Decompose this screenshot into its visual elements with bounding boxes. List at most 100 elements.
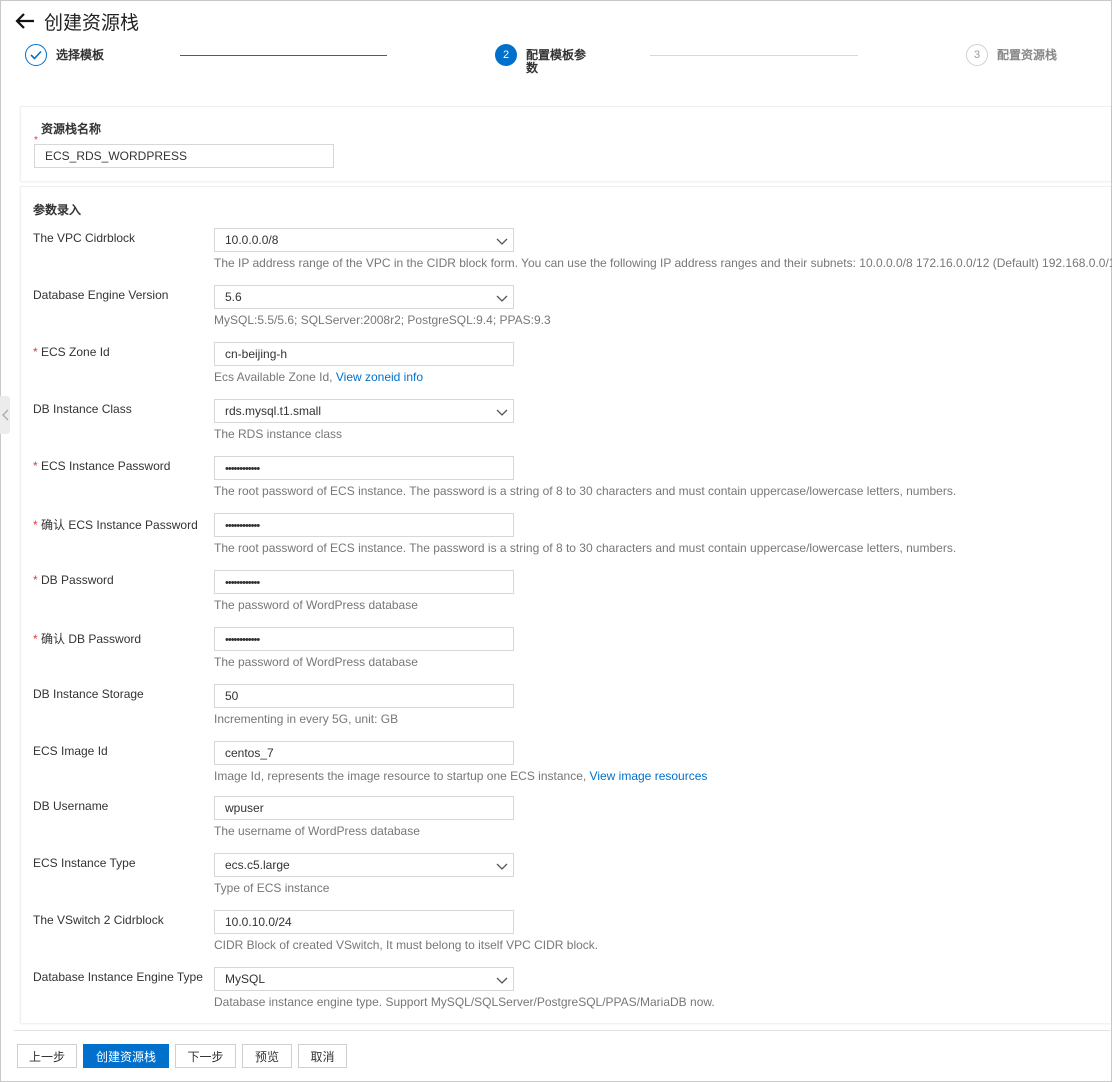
field-input[interactable]: 50 [214,684,514,708]
field-value: 50 [225,689,239,703]
field-hint: Type of ECS instance [214,881,329,895]
field-label-text: DB Password [41,573,114,587]
field-label: * ECS Zone Id [33,345,110,359]
hint-link[interactable]: View zoneid info [336,370,423,384]
field-input[interactable]: cn-beijing-h [214,342,514,366]
step-configure-stack: 3 配置资源栈 [966,44,1057,66]
preview-button[interactable]: 预览 [242,1044,292,1068]
field-label-text: The VPC Cidrblock [33,231,136,245]
chevron-down-icon [495,972,509,986]
field-hint: Ecs Available Zone Id, View zoneid info [214,370,423,384]
field-value: 10.0.10.0/24 [225,915,292,929]
field-hint: The password of WordPress database [214,598,418,612]
field-hint-text: Database instance engine type. Support M… [214,995,715,1009]
field-input[interactable]: wpuser [214,796,514,820]
hint-link[interactable]: View image resources [590,769,708,783]
field-select[interactable]: ecs.c5.large [214,853,514,877]
required-mark: * [33,632,42,646]
required-mark: * [33,459,42,473]
step-number: 3 [966,44,988,66]
field-input[interactable]: 10.0.10.0/24 [214,910,514,934]
field-value: cn-beijing-h [225,347,288,361]
field-input[interactable]: centos_7 [214,741,514,765]
field-hint-text: The root password of ECS instance. The p… [214,541,957,555]
required-mark: * [33,518,42,532]
password-field[interactable]: •••••••••••• [214,513,514,537]
field-label: Database Instance Engine Type [33,970,203,984]
sidebar-collapse-handle[interactable] [0,396,10,434]
password-field[interactable]: •••••••••••• [214,570,514,594]
field-label: * 确认 ECS Instance Password [33,516,198,533]
field-value: •••••••••••• [225,577,260,589]
field-label: ECS Image Id [33,744,108,758]
field-hint-text: Type of ECS instance [214,881,330,895]
field-label-text: ECS Image Id [33,744,108,758]
arrow-left-icon[interactable] [14,10,36,32]
field-label-text: Database Engine Version [33,288,169,302]
next-step-button[interactable]: 下一步 [175,1044,236,1068]
field-value: ecs.c5.large [225,858,290,872]
field-hint: MySQL:5.5/5.6; SQLServer:2008r2; Postgre… [214,313,551,327]
password-field[interactable]: •••••••••••• [214,627,514,651]
params-panel [20,186,1111,1023]
step-select-template: 选择模板 [25,44,104,66]
field-value: 5.6 [225,290,242,304]
field-hint: Database instance engine type. Support M… [214,995,715,1009]
field-label-text: 确认 ECS Instance Password [41,518,198,532]
field-hint-text: CIDR Block of created VSwitch, It must b… [214,938,599,952]
field-hint: The password of WordPress database [214,655,418,669]
step-label: 配置资源栈 [997,48,1058,62]
field-label: * 确认 DB Password [33,630,141,647]
field-label: ECS Instance Type [33,856,136,870]
field-select[interactable]: rds.mysql.t1.small [214,399,514,423]
field-select[interactable]: 10.0.0.0/8 [214,228,514,252]
field-value: •••••••••••• [225,520,260,532]
field-value: wpuser [225,801,264,815]
chevron-down-icon [495,404,509,418]
page-title: 创建资源栈 [44,12,140,34]
field-value: centos_7 [225,746,274,760]
field-hint: Incrementing in every 5G, unit: GB [214,712,398,726]
stack-name-input[interactable]: ECS_RDS_WORDPRESS [34,144,334,168]
field-label-text: ECS Zone Id [41,345,110,359]
field-label-text: DB Instance Class [33,402,132,416]
field-value: •••••••••••• [225,634,260,646]
field-hint-text: The password of WordPress database [214,598,418,612]
prev-step-button[interactable]: 上一步 [17,1044,77,1068]
field-label: * DB Password [33,573,114,587]
step-label: 配置模板参数 [526,48,587,75]
field-hint: Image Id, represents the image resource … [214,769,707,783]
chevron-left-icon [1,409,8,421]
field-label: DB Username [33,799,108,813]
footer-divider [14,1030,1110,1031]
field-value: •••••••••••• [225,463,260,475]
field-hint-text: MySQL:5.5/5.6; SQLServer:2008r2; Postgre… [214,313,551,327]
field-label: The VPC Cidrblock [33,231,135,245]
field-label: DB Instance Class [33,402,132,416]
field-label-text: ECS Instance Password [41,459,171,473]
field-hint-text: Incrementing in every 5G, unit: GB [214,712,399,726]
create-stack-button[interactable]: 创建资源栈 [83,1044,169,1068]
field-hint: The root password of ECS instance. The p… [214,541,956,555]
field-select[interactable]: MySQL [214,967,514,991]
field-hint-text: The root password of ECS instance. The p… [214,484,957,498]
page-header: 创建资源栈 [14,8,139,34]
field-label: The VSwitch 2 Cidrblock [33,913,164,927]
field-label-text: DB Instance Storage [33,687,144,701]
field-label: * ECS Instance Password [33,459,170,473]
password-field[interactable]: •••••••••••• [214,456,514,480]
field-label: DB Instance Storage [33,687,144,701]
stack-name-label: 资源栈名称 [41,122,102,136]
required-mark: * [33,345,42,359]
field-hint: The IP address range of the VPC in the C… [214,256,1112,270]
field-hint: The root password of ECS instance. The p… [214,484,956,498]
step-connector [180,55,387,56]
field-label-text: The VSwitch 2 Cidrblock [33,913,164,927]
cancel-button[interactable]: 取消 [298,1044,347,1068]
field-hint-text: Ecs Available Zone Id, [214,370,336,384]
chevron-down-icon [495,290,509,304]
step-number: 2 [495,44,517,66]
field-select[interactable]: 5.6 [214,285,514,309]
field-value: MySQL [225,972,266,986]
chevron-down-icon [495,858,509,872]
